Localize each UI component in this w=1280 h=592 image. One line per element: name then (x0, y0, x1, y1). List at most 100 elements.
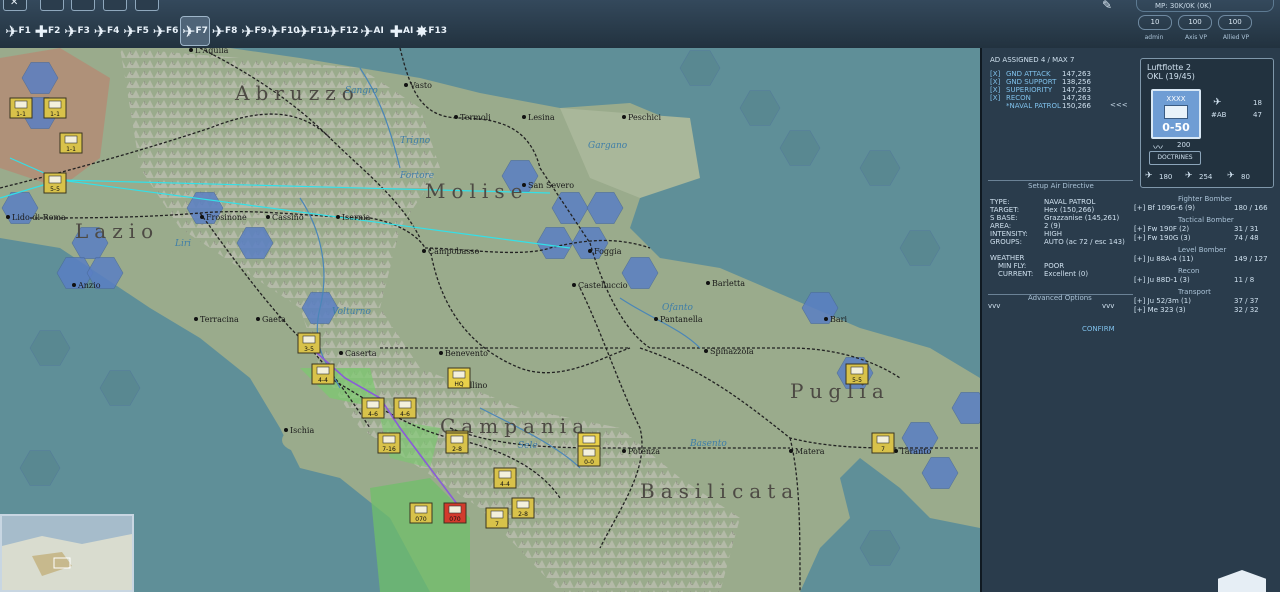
city-label[interactable]: Pantanella (660, 315, 703, 324)
aircraft-row[interactable]: [+] Ju 52/3m (1) (1134, 297, 1191, 305)
detail-value[interactable]: NAVAL PATROL (1044, 198, 1095, 206)
close-button[interactable]: ✕ (3, 0, 27, 11)
detail-value[interactable]: 2 (9) (1044, 222, 1061, 230)
unit-counter[interactable]: 1-1 (59, 132, 83, 154)
mission-name[interactable]: SUPERIORITY (1006, 86, 1052, 94)
air-tool-13[interactable]: ✈ AI (358, 17, 386, 45)
mission-name[interactable]: GND SUPPORT (1006, 78, 1056, 86)
unit-counter[interactable]: 7 (871, 432, 895, 454)
unit-counter[interactable]: 070 (409, 502, 433, 524)
menu-button-1[interactable] (40, 0, 64, 11)
city-label[interactable]: Campobasso (428, 247, 480, 256)
minimap[interactable] (0, 514, 134, 592)
menu-button-3[interactable] (103, 0, 127, 11)
pencil-icon[interactable]: ✎ (1102, 0, 1126, 11)
detail-value[interactable]: Hex (150,266) (1044, 206, 1094, 214)
doctrines-button[interactable]: DOCTRINES (1149, 151, 1201, 165)
unit-counter[interactable]: 0-0 (577, 445, 601, 467)
expand-icon[interactable]: [+] (1134, 234, 1148, 242)
air-tool-9[interactable]: ✈ F9 (240, 17, 268, 45)
city-label[interactable]: L'Aquila (195, 48, 229, 55)
city-label[interactable]: Lesina (528, 113, 555, 122)
expand-icon[interactable]: [+] (1134, 204, 1148, 212)
city-label[interactable]: Anzio (77, 281, 101, 290)
air-tool-1[interactable]: ✈ F1 (4, 17, 32, 45)
city-label[interactable]: Barletta (712, 279, 745, 288)
map-canvas[interactable]: AbruzzoMoliseLazioCampaniaPugliaBasilica… (0, 48, 980, 592)
unit-counter[interactable]: 3-5 (297, 332, 321, 354)
city-label[interactable]: Isernia (342, 213, 371, 222)
city-label[interactable]: Vasto (409, 81, 432, 90)
city-label[interactable]: Benevento (445, 349, 488, 358)
city-label[interactable]: Taranto (900, 447, 931, 456)
city-label[interactable]: Gaeta (262, 315, 286, 324)
expand-icon[interactable]: [+] (1134, 276, 1148, 284)
city-label[interactable]: Ischia (290, 426, 314, 435)
city-label[interactable]: Termoli (460, 113, 491, 122)
city-label[interactable]: Frosinone (206, 213, 247, 222)
mission-name[interactable]: GND ATTACK (1006, 70, 1051, 78)
city-label[interactable]: Bari (830, 315, 847, 324)
unit-counter[interactable]: 2-8 (511, 497, 535, 519)
unit-counter[interactable]: 5-5 (845, 363, 869, 385)
air-tool-2[interactable]: ✚ F2 (34, 17, 62, 45)
menu-button-2[interactable] (71, 0, 95, 11)
city-label[interactable]: Castelluccio (578, 281, 628, 290)
expand-icon[interactable]: [+] (1134, 225, 1148, 233)
air-tool-10[interactable]: ✈ F10 (267, 17, 299, 45)
unit-counter[interactable]: 1-1 (9, 97, 33, 119)
confirm-button[interactable]: CONFIRM (1082, 325, 1115, 333)
air-tool-8[interactable]: ✈ F8 (211, 17, 239, 45)
aircraft-row[interactable]: [+] Bf 109G-6 (9) (1134, 204, 1195, 212)
unit-counter[interactable]: 070 (443, 502, 467, 524)
unit-counter[interactable]: 4-6 (361, 397, 385, 419)
aircraft-row[interactable]: [+] Fw 190G (3) (1134, 234, 1190, 242)
unit-counter[interactable]: XXXX 0-50 (1151, 89, 1201, 139)
unit-card[interactable]: Luftflotte 2 OKL (19/45) XXXX 0-50 ✈ 18 … (1140, 58, 1274, 188)
city-label[interactable]: Matera (795, 447, 825, 456)
detail-value[interactable]: Grazzanise (145,261) (1044, 214, 1119, 222)
air-tool-4[interactable]: ✈ F4 (93, 17, 121, 45)
advanced-options-button[interactable]: Advanced Options (1028, 294, 1092, 302)
city-label[interactable]: Terracina (200, 315, 239, 324)
mission-checkbox[interactable]: [X] (990, 70, 1000, 78)
mission-checkbox[interactable]: [X] (990, 86, 1000, 94)
unit-counter[interactable]: 7-16 (377, 432, 401, 454)
detail-value[interactable]: HIGH (1044, 230, 1062, 238)
detail-value[interactable]: AUTO (ac 72 / esc 143) (1044, 238, 1125, 246)
city-label[interactable]: Cassino (272, 213, 304, 222)
unit-counter[interactable]: 1-1 (43, 97, 67, 119)
unit-counter[interactable]: 7 (485, 507, 509, 529)
mission-checkbox[interactable]: [X] (990, 78, 1000, 86)
city-label[interactable]: Potenza (628, 447, 660, 456)
aircraft-row[interactable]: [+] Ju 88A-4 (11) (1134, 255, 1193, 263)
city-label[interactable]: San Severo (528, 181, 574, 190)
mission-checkbox[interactable]: [X] (990, 94, 1000, 102)
city-label[interactable]: Foggia (594, 247, 622, 256)
menu-button-4[interactable] (135, 0, 159, 11)
city-label[interactable]: Peschici (628, 113, 662, 122)
aircraft-row[interactable]: [+] Fw 190F (2) (1134, 225, 1189, 233)
air-tool-11[interactable]: ✈ F11 (297, 17, 329, 45)
city-label[interactable]: Lido di Roma (12, 213, 66, 222)
aircraft-row[interactable]: [+] Ju 88D-1 (3) (1134, 276, 1190, 284)
air-tool-12[interactable]: ✈ F12 (326, 17, 358, 45)
collapse-button[interactable]: <<< (1110, 101, 1128, 109)
air-tool-7[interactable]: ✈ F7 (180, 16, 210, 46)
air-tool-14[interactable]: ✚ AI (388, 17, 416, 45)
air-tool-15[interactable]: ✸ F13 (415, 17, 447, 45)
mission-name[interactable]: RECON (1006, 94, 1031, 102)
expand-icon[interactable]: [+] (1134, 306, 1148, 314)
expand-icon[interactable]: [+] (1134, 297, 1148, 305)
unit-counter[interactable]: 4-6 (393, 397, 417, 419)
city-label[interactable]: Spinazzola (710, 347, 754, 356)
unit-counter[interactable]: 4-4 (311, 363, 335, 385)
unit-counter[interactable]: 2-8 (445, 432, 469, 454)
air-tool-3[interactable]: ✈ F3 (63, 17, 91, 45)
unit-counter[interactable]: 4-4 (493, 467, 517, 489)
aircraft-row[interactable]: [+] Me 323 (3) (1134, 306, 1186, 314)
unit-counter[interactable]: HQ (447, 367, 471, 389)
air-tool-6[interactable]: ✈ F6 (152, 17, 180, 45)
air-tool-5[interactable]: ✈ F5 (122, 17, 150, 45)
city-label[interactable]: Caserta (345, 349, 377, 358)
